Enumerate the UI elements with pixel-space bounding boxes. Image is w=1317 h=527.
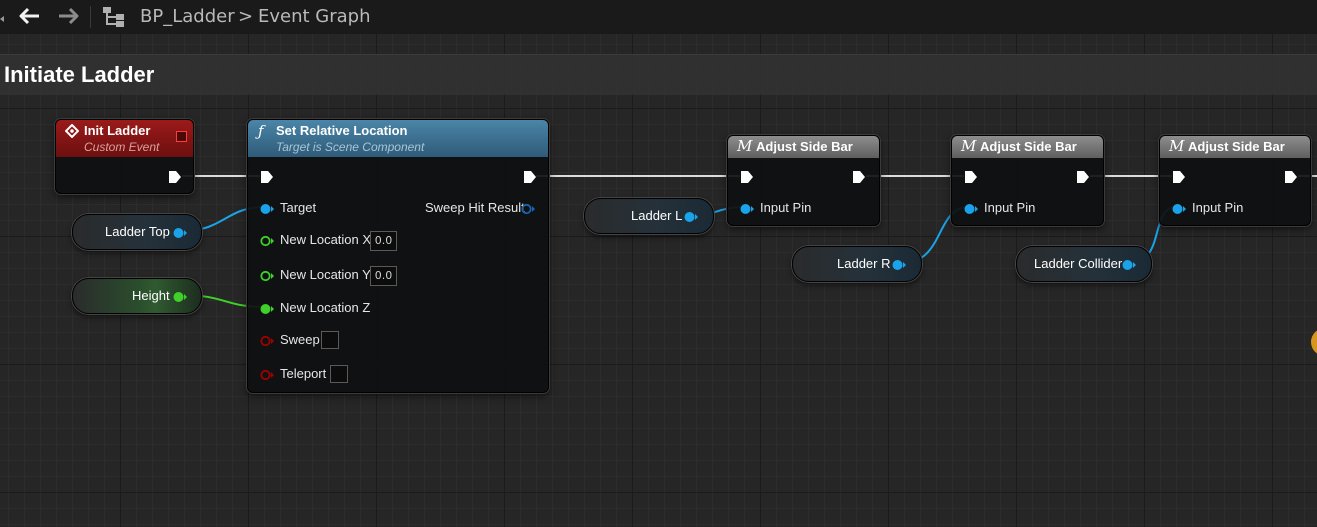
sweep-hit-result-pin[interactable] bbox=[521, 202, 535, 220]
exec-output-pin[interactable] bbox=[852, 170, 866, 189]
toolbar-divider bbox=[90, 6, 91, 28]
back-arrow-icon[interactable] bbox=[18, 4, 42, 28]
sweep-pin[interactable] bbox=[260, 334, 274, 352]
breadcrumb-blueprint[interactable]: BP_Ladder bbox=[140, 6, 235, 27]
variable-label: Ladder L bbox=[631, 208, 683, 223]
sweep-checkbox[interactable] bbox=[321, 331, 339, 349]
new-location-y-label: New Location Y bbox=[280, 267, 371, 282]
variable-label: Height bbox=[132, 288, 170, 303]
input-pin-socket[interactable] bbox=[1172, 202, 1186, 220]
init-ladder-event-node[interactable]: Init Ladder Custom Event bbox=[55, 119, 194, 194]
adjust-side-bar-node-3[interactable]: M Adjust Side Bar Input Pin bbox=[1159, 135, 1311, 226]
ladder-top-variable-node[interactable]: Ladder Top bbox=[72, 214, 202, 250]
input-pin-label: Input Pin bbox=[984, 200, 1036, 215]
variable-label: Ladder R bbox=[837, 256, 891, 271]
output-pin[interactable] bbox=[173, 226, 187, 244]
function-icon: ƒ bbox=[258, 122, 264, 140]
exec-output-pin[interactable] bbox=[168, 170, 182, 189]
breadcrumb-graph[interactable]: Event Graph bbox=[258, 6, 371, 27]
ladder-r-variable-node[interactable]: Ladder R bbox=[792, 246, 922, 282]
node-title: Set Relative Location bbox=[276, 123, 408, 138]
new-location-z-label: New Location Z bbox=[280, 300, 371, 315]
output-pin[interactable] bbox=[1122, 258, 1136, 276]
ladder-l-variable-node[interactable]: Ladder L bbox=[584, 198, 714, 234]
macro-icon: M bbox=[1169, 137, 1185, 155]
new-location-z-pin[interactable] bbox=[260, 302, 274, 320]
exec-output-pin[interactable] bbox=[1284, 170, 1298, 189]
input-pin-label: Input Pin bbox=[1192, 200, 1244, 215]
node-subtitle: Custom Event bbox=[84, 140, 160, 154]
node-title: Adjust Side Bar bbox=[756, 139, 853, 154]
graph-toolbar: BP_Ladder > Event Graph bbox=[0, 0, 1317, 34]
exec-output-pin[interactable] bbox=[1076, 170, 1090, 189]
event-diamond-icon bbox=[64, 123, 80, 143]
new-location-x-input[interactable]: 0.0 bbox=[370, 231, 397, 251]
macro-icon: M bbox=[737, 137, 753, 155]
target-label: Target bbox=[280, 200, 317, 215]
exec-input-pin[interactable] bbox=[740, 170, 754, 189]
input-pin-socket[interactable] bbox=[740, 202, 754, 220]
node-title: Init Ladder bbox=[84, 123, 151, 138]
sweep-hit-result-label: Sweep Hit Result bbox=[425, 200, 525, 215]
teleport-checkbox[interactable] bbox=[330, 365, 348, 383]
output-pin[interactable] bbox=[892, 258, 906, 276]
height-variable-node[interactable]: Height bbox=[72, 278, 202, 314]
exec-input-pin[interactable] bbox=[260, 170, 274, 189]
exec-input-pin[interactable] bbox=[964, 170, 978, 189]
teleport-label: Teleport bbox=[280, 366, 327, 381]
forward-arrow-icon[interactable] bbox=[56, 4, 80, 28]
target-pin[interactable] bbox=[260, 202, 274, 220]
variable-label: Ladder Collider bbox=[1034, 256, 1123, 271]
output-pin[interactable] bbox=[684, 210, 698, 228]
left-edge-chevron-icon bbox=[0, 10, 4, 22]
ladder-collider-variable-node[interactable]: Ladder Collider bbox=[1016, 246, 1152, 282]
delegate-output-pin[interactable] bbox=[176, 131, 187, 142]
macro-icon: M bbox=[961, 137, 977, 155]
new-location-y-pin[interactable] bbox=[260, 269, 274, 287]
node-title: Adjust Side Bar bbox=[980, 139, 1077, 154]
exec-output-pin[interactable] bbox=[523, 170, 537, 189]
sweep-label: Sweep bbox=[280, 332, 320, 347]
exec-input-pin[interactable] bbox=[1172, 170, 1186, 189]
variable-label: Ladder Top bbox=[105, 224, 170, 239]
breadcrumb-separator: > bbox=[238, 6, 254, 27]
input-pin-socket[interactable] bbox=[964, 202, 978, 220]
node-title: Adjust Side Bar bbox=[1188, 139, 1285, 154]
new-location-x-label: New Location X bbox=[280, 232, 372, 247]
graph-hierarchy-icon bbox=[102, 6, 126, 28]
new-location-x-pin[interactable] bbox=[260, 234, 274, 252]
adjust-side-bar-node-1[interactable]: M Adjust Side Bar Input Pin bbox=[727, 135, 880, 226]
new-location-y-input[interactable]: 0.0 bbox=[370, 266, 397, 286]
output-pin[interactable] bbox=[173, 290, 187, 308]
set-relative-location-node[interactable]: ƒ Set Relative Location Target is Scene … bbox=[247, 119, 549, 393]
teleport-pin[interactable] bbox=[260, 368, 274, 386]
input-pin-label: Input Pin bbox=[760, 200, 812, 215]
node-subtitle: Target is Scene Component bbox=[276, 140, 425, 154]
adjust-side-bar-node-2[interactable]: M Adjust Side Bar Input Pin bbox=[951, 135, 1104, 226]
